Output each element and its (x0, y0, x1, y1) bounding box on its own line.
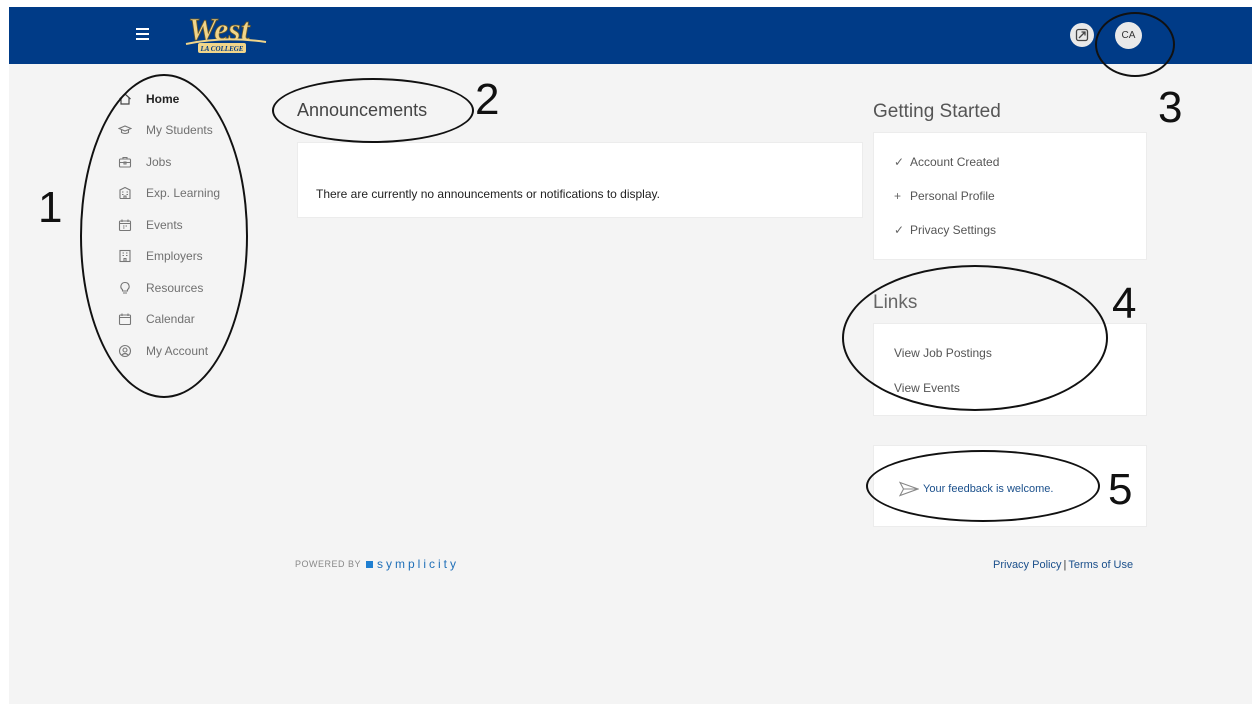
getting-started-label: Account Created (910, 155, 1000, 169)
calendar-event-icon (116, 218, 134, 232)
getting-started-item-personal-profile[interactable]: + Personal Profile (894, 189, 995, 203)
sidebar-item-label: Events (146, 217, 183, 232)
powered-by-text: POWERED BY (295, 559, 362, 569)
checkmark-icon: ✓ (894, 155, 905, 169)
briefcase-icon (116, 155, 134, 169)
top-bar: West LA COLLEGE CA (9, 7, 1252, 64)
sidebar-item-label: Employers (146, 249, 203, 264)
graduation-cap-icon (116, 123, 134, 137)
annotation-number-2: 2 (475, 75, 500, 124)
symplicity-logo-icon (366, 560, 374, 568)
annotation-number-3: 3 (1158, 83, 1183, 132)
sidebar-item-my-students[interactable]: My Students (116, 115, 256, 147)
user-avatar[interactable]: CA (1115, 22, 1142, 49)
sidebar-item-calendar[interactable]: Calendar (116, 304, 256, 336)
feedback-label: Your feedback is welcome. (923, 483, 1054, 495)
terms-of-use-link[interactable]: Terms of Use (1068, 559, 1133, 571)
sidebar-item-employers[interactable]: Employers (116, 241, 256, 273)
links-card: View Job Postings View Events (873, 323, 1147, 416)
office-icon (116, 249, 134, 263)
sidebar-item-my-account[interactable]: My Account (116, 335, 256, 367)
logo-sub-text: LA COLLEGE (200, 45, 244, 53)
sidebar-item-label: My Students (146, 123, 213, 138)
getting-started-item-privacy-settings[interactable]: ✓ Privacy Settings (894, 223, 996, 237)
annotation-number-1: 1 (38, 183, 63, 232)
getting-started-label: Personal Profile (910, 189, 995, 203)
building-icon (116, 186, 134, 200)
view-events-link[interactable]: View Events (894, 381, 960, 395)
lightbulb-icon (116, 281, 134, 295)
home-icon (116, 92, 134, 106)
checkmark-icon: ✓ (894, 223, 905, 237)
annotation-number-4: 4 (1112, 279, 1137, 328)
sidebar-item-jobs[interactable]: Jobs (116, 146, 256, 178)
sidebar-item-label: My Account (146, 343, 209, 358)
user-circle-icon (116, 344, 134, 358)
footer-separator: | (1063, 559, 1067, 571)
plus-icon: + (894, 189, 902, 203)
view-job-postings-link[interactable]: View Job Postings (894, 346, 992, 360)
west-la-college-logo[interactable]: West LA COLLEGE (180, 10, 270, 58)
footer-links: Privacy Policy | Terms of Use (993, 559, 1133, 571)
sidebar-item-home[interactable]: Home (116, 83, 256, 115)
symplicity-brand: symplicity (377, 557, 460, 571)
links-title: Links (873, 292, 918, 313)
hamburger-menu-icon[interactable] (136, 28, 149, 40)
getting-started-card: ✓ Account Created + Personal Profile ✓ P… (873, 132, 1147, 260)
sidebar-item-label: Calendar (146, 312, 195, 327)
getting-started-title: Getting Started (873, 101, 1001, 122)
announcements-empty-message: There are currently no announcements or … (316, 187, 660, 201)
sidebar-item-exp-learning[interactable]: Exp. Learning (116, 178, 256, 210)
feedback-link[interactable]: Your feedback is welcome. (899, 481, 1053, 497)
sidebar-item-resources[interactable]: Resources (116, 272, 256, 304)
announcements-card: There are currently no announcements or … (297, 142, 863, 218)
expand-icon[interactable] (1070, 23, 1094, 47)
sidebar-item-label: Exp. Learning (146, 186, 221, 201)
getting-started-item-account-created[interactable]: ✓ Account Created (894, 155, 999, 169)
app-window: West LA COLLEGE CA Home My Students Jobs… (9, 7, 1252, 704)
powered-by: POWERED BY symplicity (295, 557, 459, 571)
sidebar-item-events[interactable]: Events (116, 209, 256, 241)
getting-started-label: Privacy Settings (910, 223, 997, 237)
annotation-number-5: 5 (1108, 465, 1133, 514)
sidebar-item-label: Jobs (146, 154, 172, 169)
send-icon (899, 481, 919, 497)
sidebar-item-label: Home (146, 91, 180, 106)
sidebar-item-label: Resources (146, 280, 204, 295)
calendar-icon (116, 312, 134, 326)
sidebar-nav: Home My Students Jobs Exp. Learning Even… (116, 83, 256, 367)
announcements-title: Announcements (297, 100, 428, 120)
privacy-policy-link[interactable]: Privacy Policy (993, 559, 1061, 571)
